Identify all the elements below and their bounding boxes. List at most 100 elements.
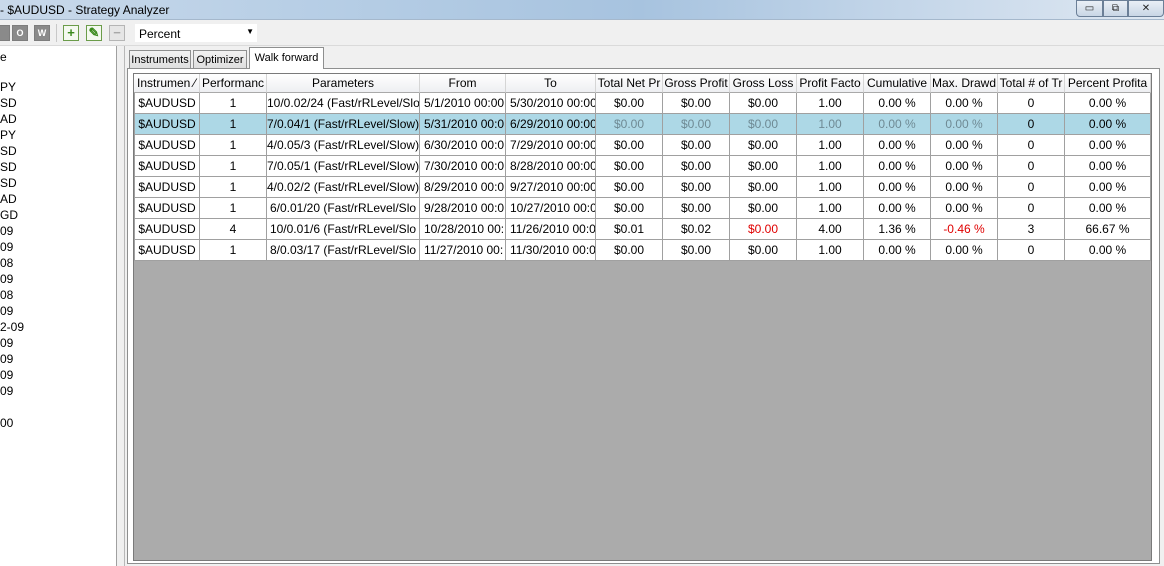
cell-performance: 1 bbox=[200, 240, 267, 261]
cell-total-net-profit: $0.00 bbox=[596, 114, 663, 135]
column-header-parameters[interactable]: Parameters bbox=[267, 74, 420, 93]
column-header-max-drawdown[interactable]: Max. Drawd bbox=[931, 74, 998, 93]
tree-item[interactable]: SD bbox=[0, 160, 17, 174]
window-title: - $AUDUSD - Strategy Analyzer bbox=[0, 3, 170, 17]
tree-item[interactable]: 09 bbox=[0, 384, 13, 398]
cell-performance: 1 bbox=[200, 177, 267, 198]
tab-instruments[interactable]: Instruments bbox=[129, 50, 191, 70]
tab-walk-forward[interactable]: Walk forward bbox=[249, 47, 324, 69]
tree-item[interactable]: AD bbox=[0, 192, 17, 206]
column-header-cumulative[interactable]: Cumulative bbox=[864, 74, 931, 93]
tree-item[interactable]: PY bbox=[0, 80, 16, 94]
cell-total-net-profit: $0.00 bbox=[596, 135, 663, 156]
cell-profit-factor: 1.00 bbox=[797, 156, 864, 177]
cell-max-drawdown: 0.00 % bbox=[931, 198, 998, 219]
cell-from: 5/31/2010 00:0 bbox=[420, 114, 506, 135]
minimize-button[interactable]: ▭ bbox=[1076, 0, 1103, 17]
cell-max-drawdown: 0.00 % bbox=[931, 135, 998, 156]
column-header-total-trades[interactable]: Total # of Tr bbox=[998, 74, 1065, 93]
table-row[interactable]: $AUDUSD 1 6/0.01/20 (Fast/rRLevel/Slo 9/… bbox=[134, 198, 1151, 219]
table-row[interactable]: $AUDUSD 1 8/0.03/17 (Fast/rRLevel/Slo 11… bbox=[134, 240, 1151, 261]
column-header-to[interactable]: To bbox=[506, 74, 596, 93]
column-header-instrument[interactable]: Instrumen ⁄ bbox=[134, 74, 200, 93]
toolbar-button-1[interactable] bbox=[0, 25, 10, 41]
cell-total-trades: 0 bbox=[998, 93, 1065, 114]
cell-profit-factor: 1.00 bbox=[797, 135, 864, 156]
cell-from: 5/1/2010 00:00: bbox=[420, 93, 506, 114]
table-row[interactable]: $AUDUSD 1 7/0.05/1 (Fast/rRLevel/Slow) 7… bbox=[134, 156, 1151, 177]
tree-item[interactable]: PY bbox=[0, 128, 16, 142]
results-grid[interactable]: Instrumen ⁄ Performanc Parameters From T… bbox=[133, 73, 1152, 561]
cell-from: 10/28/2010 00: bbox=[420, 219, 506, 240]
display-mode-select[interactable]: Percent ▼ bbox=[134, 23, 258, 43]
cell-to: 10/27/2010 00:0 bbox=[506, 198, 596, 219]
tree-item[interactable]: 09 bbox=[0, 304, 13, 318]
cell-gross-profit: $0.00 bbox=[663, 198, 730, 219]
cell-total-trades: 0 bbox=[998, 156, 1065, 177]
restore-button[interactable]: ⧉ bbox=[1103, 0, 1128, 17]
tree-item[interactable]: 08 bbox=[0, 288, 13, 302]
cell-gross-loss: $0.00 bbox=[730, 114, 797, 135]
column-header-percent-profitable[interactable]: Percent Profita bbox=[1065, 74, 1151, 93]
cell-cumulative: 0.00 % bbox=[864, 93, 931, 114]
cell-total-net-profit: $0.00 bbox=[596, 198, 663, 219]
remove-icon[interactable]: − bbox=[109, 25, 125, 41]
tree-item[interactable]: 09 bbox=[0, 240, 13, 254]
table-row[interactable]: $AUDUSD 4 10/0.01/6 (Fast/rRLevel/Slo 10… bbox=[134, 219, 1151, 240]
close-button[interactable]: ✕ bbox=[1128, 0, 1164, 17]
tree-item[interactable]: AD bbox=[0, 112, 17, 126]
column-header-total-net-profit[interactable]: Total Net Pr bbox=[596, 74, 663, 93]
cell-profit-factor: 1.00 bbox=[797, 240, 864, 261]
cell-cumulative: 0.00 % bbox=[864, 135, 931, 156]
cell-gross-profit: $0.02 bbox=[663, 219, 730, 240]
cell-total-trades: 3 bbox=[998, 219, 1065, 240]
cell-from: 8/29/2010 00:0 bbox=[420, 177, 506, 198]
tree-item[interactable]: e bbox=[0, 50, 7, 64]
tree-item[interactable]: 00 bbox=[0, 416, 13, 430]
table-row[interactable]: $AUDUSD 1 4/0.02/2 (Fast/rRLevel/Slow) 8… bbox=[134, 177, 1151, 198]
cell-gross-profit: $0.00 bbox=[663, 114, 730, 135]
cell-profit-factor: 1.00 bbox=[797, 177, 864, 198]
column-header-from[interactable]: From bbox=[420, 74, 506, 93]
cell-instrument: $AUDUSD bbox=[134, 156, 200, 177]
tree-item[interactable]: 09 bbox=[0, 224, 13, 238]
cell-profit-factor: 1.00 bbox=[797, 198, 864, 219]
tree-item[interactable]: GD bbox=[0, 208, 18, 222]
tree-item[interactable]: 09 bbox=[0, 272, 13, 286]
tree-item[interactable]: SD bbox=[0, 176, 17, 190]
table-row[interactable]: $AUDUSD 1 10/0.02/24 (Fast/rRLevel/Slo 5… bbox=[134, 93, 1151, 114]
tree-item[interactable]: 09 bbox=[0, 368, 13, 382]
cell-from: 7/30/2010 00:0 bbox=[420, 156, 506, 177]
tree-item[interactable]: SD bbox=[0, 144, 17, 158]
edit-icon[interactable]: ✎ bbox=[86, 25, 102, 41]
cell-total-trades: 0 bbox=[998, 135, 1065, 156]
column-header-gross-profit[interactable]: Gross Profit bbox=[663, 74, 730, 93]
cell-parameters: 6/0.01/20 (Fast/rRLevel/Slo bbox=[267, 198, 420, 219]
tree-item[interactable]: 09 bbox=[0, 352, 13, 366]
panel-splitter[interactable] bbox=[117, 46, 125, 566]
tree-item[interactable]: 08 bbox=[0, 256, 13, 270]
table-row-selected[interactable]: $AUDUSD 1 7/0.04/1 (Fast/rRLevel/Slow) 5… bbox=[134, 114, 1151, 135]
cell-parameters: 8/0.03/17 (Fast/rRLevel/Slo bbox=[267, 240, 420, 261]
cell-percent-profitable: 0.00 % bbox=[1065, 177, 1151, 198]
cell-percent-profitable: 66.67 % bbox=[1065, 219, 1151, 240]
walk-forward-icon[interactable]: W bbox=[34, 25, 50, 41]
cell-instrument: $AUDUSD bbox=[134, 93, 200, 114]
cell-instrument: $AUDUSD bbox=[134, 177, 200, 198]
table-row[interactable]: $AUDUSD 1 4/0.05/3 (Fast/rRLevel/Slow) 6… bbox=[134, 135, 1151, 156]
tab-optimizer[interactable]: Optimizer bbox=[193, 50, 247, 70]
strategy-tree[interactable]: e PY SD AD PY SD SD SD AD GD 09 09 08 09… bbox=[0, 46, 117, 566]
add-icon[interactable]: + bbox=[63, 25, 79, 41]
cell-to: 7/29/2010 00:00 bbox=[506, 135, 596, 156]
cell-from: 6/30/2010 00:0 bbox=[420, 135, 506, 156]
cell-max-drawdown: 0.00 % bbox=[931, 177, 998, 198]
tree-item[interactable]: 2-09 bbox=[0, 320, 24, 334]
cell-parameters: 10/0.01/6 (Fast/rRLevel/Slo bbox=[267, 219, 420, 240]
column-header-performance[interactable]: Performanc bbox=[200, 74, 267, 93]
tree-item[interactable]: SD bbox=[0, 96, 17, 110]
optimizer-icon[interactable]: O bbox=[12, 25, 28, 41]
tree-item[interactable]: 09 bbox=[0, 336, 13, 350]
column-header-gross-loss[interactable]: Gross Loss bbox=[730, 74, 797, 93]
column-header-profit-factor[interactable]: Profit Facto bbox=[797, 74, 864, 93]
cell-percent-profitable: 0.00 % bbox=[1065, 240, 1151, 261]
